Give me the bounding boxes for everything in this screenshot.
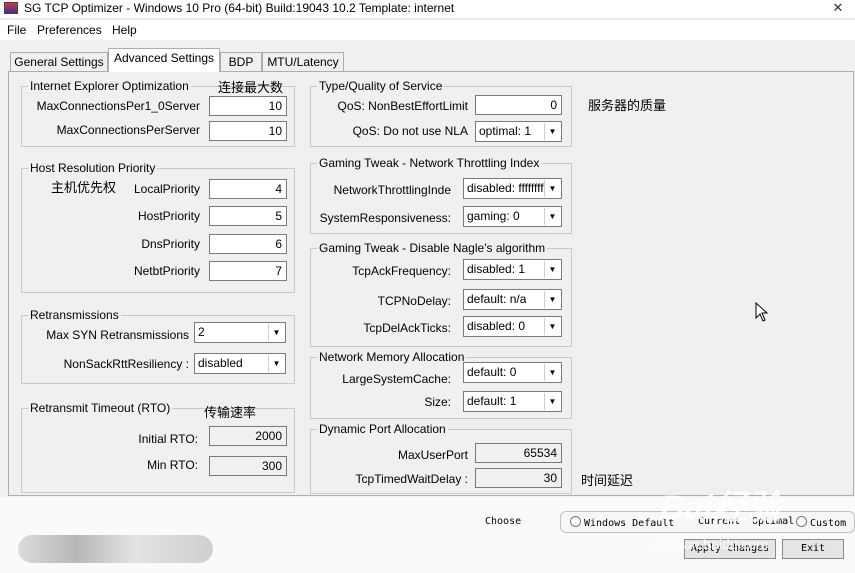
qos-no-nla-select[interactable]: optimal: 1 ▼ bbox=[475, 121, 562, 142]
tcp-ack-frequency-label: TcpAckFrequency: bbox=[352, 264, 451, 278]
retransmissions-legend: Retransmissions bbox=[30, 308, 119, 322]
tcp-timed-wait-delay-input[interactable]: 30 bbox=[475, 468, 562, 488]
chevron-down-icon: ▼ bbox=[268, 355, 284, 372]
nagle-legend: Gaming Tweak - Disable Nagle's algorithm bbox=[319, 241, 546, 255]
ie-optimization-legend: Internet Explorer Optimization bbox=[30, 79, 189, 93]
qos-legend: Type/Quality of Service bbox=[319, 79, 443, 93]
min-rto-label: Min RTO: bbox=[147, 458, 198, 472]
blurred-region bbox=[18, 535, 213, 563]
min-rto-input[interactable]: 300 bbox=[209, 456, 287, 476]
tab-mtu-latency[interactable]: MTU/Latency bbox=[262, 52, 344, 71]
menu-file[interactable]: File bbox=[7, 23, 26, 37]
local-priority-label: LocalPriority bbox=[133, 182, 200, 196]
max-syn-retransmissions-select[interactable]: 2 ▼ bbox=[194, 322, 286, 343]
menu-help[interactable]: Help bbox=[112, 23, 137, 37]
radio-circle-icon bbox=[570, 516, 581, 527]
annotation-server-quality: 服务器的质量 bbox=[588, 98, 667, 113]
tcp-no-delay-select[interactable]: default: n/a ▼ bbox=[463, 289, 562, 310]
mouse-pointer-icon bbox=[755, 301, 769, 325]
chevron-down-icon: ▼ bbox=[544, 393, 560, 410]
qos-nonbesteffortlimit-label: QoS: NonBestEffortLimit bbox=[337, 99, 469, 113]
network-throttling-index-select[interactable]: disabled: ffffffff ▼ bbox=[463, 178, 562, 199]
host-priority-label: HostPriority bbox=[137, 209, 200, 223]
network-throttling-index-label: NetworkThrottlingInde bbox=[333, 183, 451, 197]
annotation-transfer-rate: 传输速率 bbox=[204, 405, 257, 420]
chevron-down-icon: ▼ bbox=[544, 180, 560, 197]
tab-strip: General Settings Advanced Settings BDP M… bbox=[0, 48, 855, 72]
host-resolution-legend: Host Resolution Priority bbox=[30, 161, 156, 175]
title-bar: SG TCP Optimizer - Windows 10 Pro (64-bi… bbox=[0, 0, 855, 19]
radio-circle-icon bbox=[796, 516, 807, 527]
tab-general-settings[interactable]: General Settings bbox=[10, 52, 108, 71]
chevron-down-icon: ▼ bbox=[544, 123, 560, 140]
initial-rto-label: Initial RTO: bbox=[138, 432, 198, 446]
baidu-watermark-logo: Bai经验 bbox=[660, 489, 781, 527]
tcp-del-ack-ticks-label: TcpDelAckTicks: bbox=[363, 321, 451, 335]
chevron-down-icon: ▼ bbox=[544, 261, 560, 278]
max-syn-retransmissions-label: Max SYN Retransmissions bbox=[46, 328, 189, 342]
size-select[interactable]: default: 1 ▼ bbox=[463, 391, 562, 412]
nonsack-rtt-resiliency-label: NonSackRttResiliency : bbox=[63, 357, 189, 371]
max-conn-per-server-input[interactable]: 10 bbox=[209, 121, 287, 141]
large-system-cache-label: LargeSystemCache: bbox=[342, 372, 451, 386]
netbt-priority-input[interactable]: 7 bbox=[209, 261, 287, 281]
max-conn-per-10-server-input[interactable]: 10 bbox=[209, 96, 287, 116]
host-priority-input[interactable]: 5 bbox=[209, 206, 287, 226]
window-title: SG TCP Optimizer - Windows 10 Pro (64-bi… bbox=[24, 1, 455, 15]
chevron-down-icon: ▼ bbox=[544, 364, 560, 381]
qos-no-nla-label: QoS: Do not use NLA bbox=[352, 124, 468, 138]
dynamic-port-legend: Dynamic Port Allocation bbox=[319, 422, 446, 436]
tcp-timed-wait-delay-label: TcpTimedWaitDelay : bbox=[355, 472, 468, 486]
dns-priority-label: DnsPriority bbox=[141, 237, 200, 251]
choose-label: Choose bbox=[485, 516, 522, 527]
system-responsiveness-select[interactable]: gaming: 0 ▼ bbox=[463, 206, 562, 227]
annotation-host-priority: 主机优先权 bbox=[51, 180, 117, 195]
system-responsiveness-label: SystemResponsiveness: bbox=[319, 211, 451, 225]
qos-nonbesteffortlimit-input[interactable]: 0 bbox=[475, 95, 562, 115]
rto-legend: Retransmit Timeout (RTO) bbox=[30, 401, 171, 415]
dns-priority-input[interactable]: 6 bbox=[209, 234, 287, 254]
throttling-legend: Gaming Tweak - Network Throttling Index bbox=[319, 156, 540, 170]
tab-advanced-settings[interactable]: Advanced Settings bbox=[108, 48, 220, 72]
nonsack-rtt-resiliency-select[interactable]: disabled ▼ bbox=[194, 353, 286, 374]
chevron-down-icon: ▼ bbox=[544, 291, 560, 308]
close-button[interactable]: ✕ bbox=[827, 0, 849, 16]
local-priority-input[interactable]: 4 bbox=[209, 179, 287, 199]
exit-button[interactable]: Exit bbox=[782, 539, 844, 559]
chevron-down-icon: ▼ bbox=[544, 318, 560, 335]
annotation-time-delay: 时间延迟 bbox=[581, 473, 634, 488]
max-conn-per-10-server-label: MaxConnectionsPer1_0Server bbox=[36, 99, 200, 113]
radio-custom[interactable]: Custom bbox=[796, 516, 846, 529]
menu-preferences[interactable]: Preferences bbox=[37, 23, 102, 37]
size-label: Size: bbox=[424, 395, 451, 409]
netbt-priority-label: NetbtPriority bbox=[133, 264, 200, 278]
large-system-cache-select[interactable]: default: 0 ▼ bbox=[463, 362, 562, 383]
tcp-ack-frequency-select[interactable]: disabled: 1 ▼ bbox=[463, 259, 562, 280]
initial-rto-input[interactable]: 2000 bbox=[209, 426, 287, 446]
radio-windows-default[interactable]: Windows Default bbox=[570, 516, 674, 529]
memory-allocation-legend: Network Memory Allocation bbox=[319, 350, 465, 364]
max-conn-per-server-label: MaxConnectionsPerServer bbox=[56, 123, 200, 137]
chevron-down-icon: ▼ bbox=[544, 208, 560, 225]
menu-bar: File Preferences Help bbox=[0, 20, 855, 40]
app-icon bbox=[4, 2, 18, 14]
annotation-max-connections: 连接最大数 bbox=[218, 80, 284, 95]
max-user-port-input[interactable]: 65534 bbox=[475, 443, 562, 463]
tab-bdp[interactable]: BDP bbox=[220, 52, 262, 71]
chevron-down-icon: ▼ bbox=[268, 324, 284, 341]
max-user-port-label: MaxUserPort bbox=[397, 448, 468, 462]
baidu-watermark-url: jingyan.baidu.com bbox=[655, 536, 768, 552]
tcp-no-delay-label: TCPNoDelay: bbox=[377, 294, 451, 308]
tcp-del-ack-ticks-select[interactable]: disabled: 0 ▼ bbox=[463, 316, 562, 337]
